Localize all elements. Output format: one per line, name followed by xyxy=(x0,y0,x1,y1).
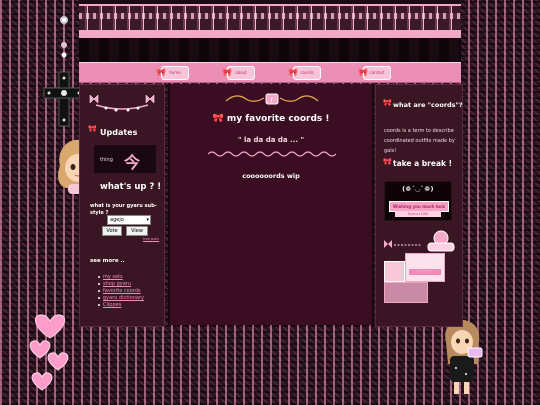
chevron-down-icon: ▾ xyxy=(146,217,149,223)
svg-text:r: r xyxy=(271,96,274,104)
nav-label: about xyxy=(235,70,247,75)
left-sidebar: 🎀 Updates thing 今 what's up ? ! what is … xyxy=(79,84,165,327)
wip-text: coooooords wip xyxy=(242,172,300,180)
ornament-divider-icon: r xyxy=(225,93,319,105)
nav-label: contact xyxy=(369,70,385,75)
nav-button-about[interactable]: 🎀 about xyxy=(222,66,255,80)
kaomoji: (❁´◡`❁) xyxy=(402,185,434,193)
vote-button[interactable]: Vote xyxy=(102,226,122,236)
free-polls-link[interactable]: free polls xyxy=(143,237,159,241)
poll-selected-value: agejo xyxy=(110,217,124,223)
take-break-heading: take a break ! xyxy=(393,159,453,168)
list-item[interactable]: favorite coords xyxy=(98,288,144,295)
page-subtitle: " la da da da ... " xyxy=(237,136,305,144)
page-title-text: my favorite coords ! xyxy=(226,114,330,124)
poll-select[interactable]: agejo ▾ xyxy=(107,215,151,225)
gyaru-love-label: Gyaru LOVE xyxy=(395,211,441,217)
updates-box: thing 今 xyxy=(94,145,156,173)
list-item[interactable]: my sets xyxy=(98,274,144,281)
lace-trim-detail xyxy=(79,13,461,19)
bow-icon: 🎀 xyxy=(212,114,224,124)
nav-button-contact[interactable]: 🎀 contact xyxy=(358,66,391,80)
header-pink-band xyxy=(79,30,461,38)
charm-badge-icon xyxy=(427,230,455,252)
ribbon-icon: 🎀 xyxy=(383,99,392,107)
see-more-heading: see more .. xyxy=(90,258,125,264)
page-container: 🎀 home 🎀 about 🎀 coords 🎀 contact 🎀 Upda… xyxy=(79,0,463,405)
list-item[interactable]: gyaru dictionary xyxy=(98,295,144,302)
nav-button-coords[interactable]: 🎀 coords xyxy=(288,66,321,80)
wave-divider-icon xyxy=(208,151,336,157)
updates-glyph: 今 xyxy=(124,153,141,172)
nav-label: home xyxy=(169,70,181,75)
poll-heading: what's up ? ! xyxy=(100,182,162,192)
list-item[interactable]: Clippes xyxy=(98,302,144,309)
stamp-image[interactable]: ♡♡♡♡♡ xyxy=(405,253,445,282)
what-are-coords-heading: what are "coords"? xyxy=(393,101,463,109)
view-button[interactable]: View xyxy=(126,226,148,236)
bow-icon: 🎀 xyxy=(358,68,368,77)
stamp-label: ♡♡♡♡♡ xyxy=(409,269,441,275)
bow-garland-icon xyxy=(89,94,155,112)
bow-icon: 🎀 xyxy=(88,125,97,133)
right-sidebar: 🎀 what are "coords"? coords is a term to… xyxy=(375,84,463,327)
nav-button-home[interactable]: 🎀 home xyxy=(156,66,189,80)
hearts-icon xyxy=(29,314,69,391)
updates-text: thing xyxy=(100,157,113,163)
nav-bar: 🎀 home 🎀 about 🎀 coords 🎀 contact xyxy=(79,62,461,83)
luck-banner[interactable]: (❁´◡`❁) Wishing you much luck Gyaru LOVE xyxy=(384,181,452,221)
ribbon-icon: 🎀 xyxy=(383,158,392,166)
page-title: 🎀 my favorite coords ! xyxy=(170,114,372,124)
sparkle-chain-icon xyxy=(60,0,68,60)
bow-icon: 🎀 xyxy=(156,68,166,77)
header-dark-band xyxy=(79,38,461,62)
header-banner xyxy=(79,0,461,62)
nav-label: coords xyxy=(300,70,314,75)
see-more-list: my sets shop gyaru favorite coords gyaru… xyxy=(98,274,144,309)
stamp-image[interactable] xyxy=(384,261,405,282)
coords-description: coords is a term to describe coordinated… xyxy=(384,128,455,154)
bow-icon: 🎀 xyxy=(288,68,298,77)
main-content: r 🎀 my favorite coords ! " la da da da .… xyxy=(168,84,374,325)
updates-heading: Updates xyxy=(100,128,138,137)
list-item[interactable]: shop gyaru xyxy=(98,281,144,288)
bow-icon: 🎀 xyxy=(222,68,232,77)
stamp-image[interactable] xyxy=(384,282,428,303)
